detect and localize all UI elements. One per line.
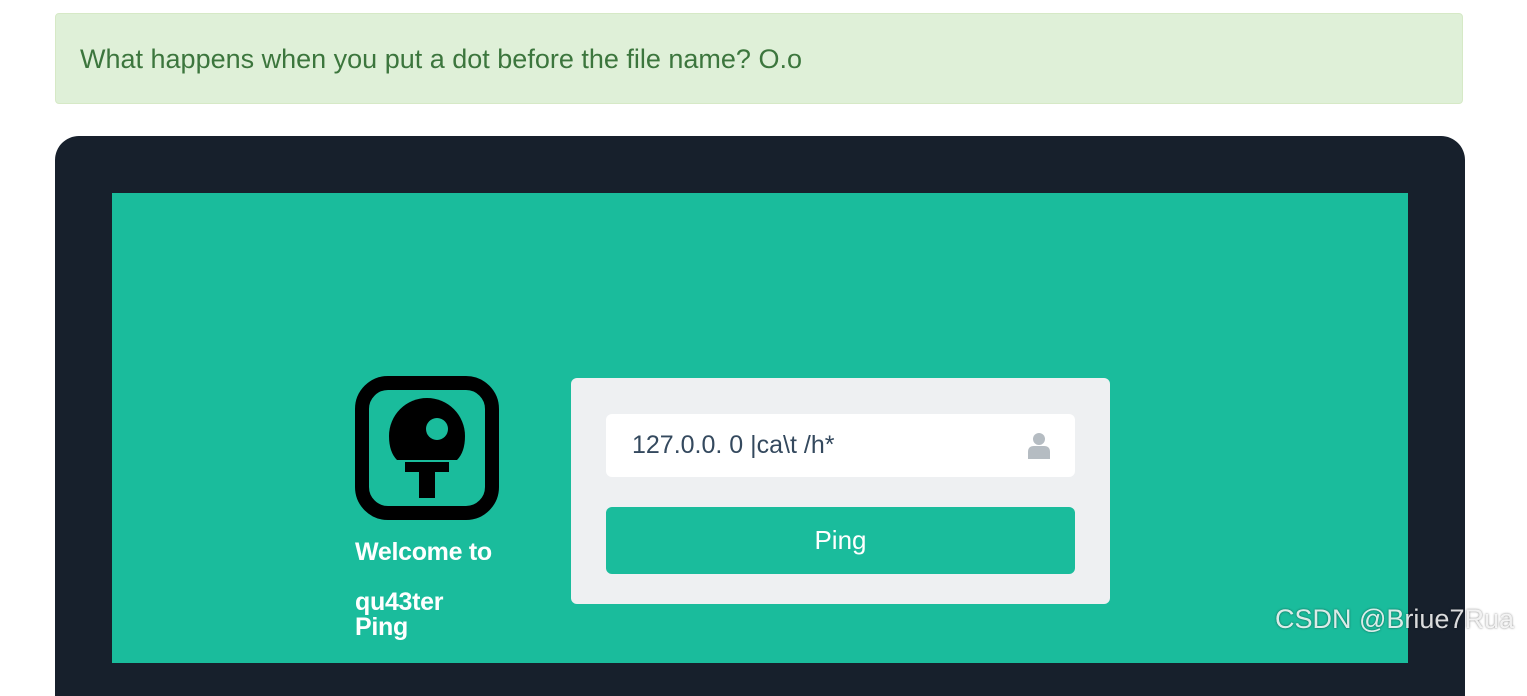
welcome-line-2: qu43ter (355, 588, 444, 616)
ip-input-wrapper (606, 414, 1075, 477)
csdn-watermark: CSDN @Briue7Rua (1275, 604, 1514, 634)
welcome-line-3: Ping (355, 613, 408, 641)
ping-button[interactable]: Ping (606, 507, 1075, 574)
welcome-line-1: Welcome to (355, 538, 492, 566)
ping-pong-paddle-icon (355, 376, 499, 520)
user-icon (1028, 433, 1050, 459)
welcome-title: Welcome to qu43ter Ping (355, 540, 535, 640)
ip-input[interactable] (606, 414, 1075, 477)
hint-alert: What happens when you put a dot before t… (55, 13, 1463, 104)
hint-alert-text: What happens when you put a dot before t… (80, 44, 802, 74)
